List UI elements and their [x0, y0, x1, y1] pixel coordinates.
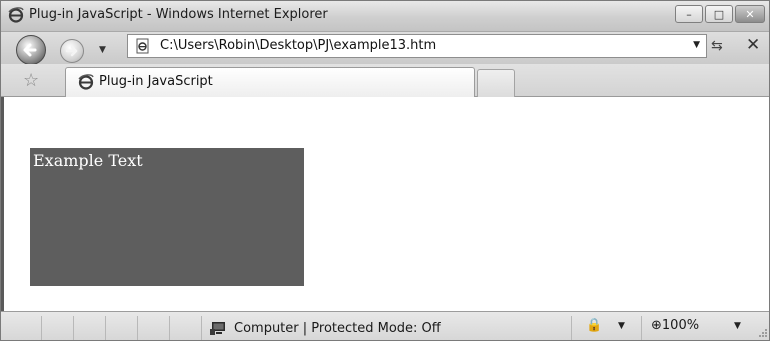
internet-explorer-icon [8, 7, 24, 23]
navigation-bar: ▼ C:\Users\Robin\Desktop\PJ\example13.ht… [1, 32, 769, 65]
tab-plug-in-javascript[interactable]: Plug-in JavaScript [65, 67, 475, 97]
status-divider [201, 316, 202, 340]
status-divider [137, 316, 138, 340]
zoom-dropdown-icon[interactable]: ▼ [734, 321, 741, 331]
minimize-icon: – [686, 7, 692, 21]
forward-button[interactable] [60, 39, 84, 63]
tab-bar: ☆ Plug-in JavaScript [1, 64, 769, 97]
zone-label: Computer | Protected Mode: Off [234, 320, 441, 336]
address-dropdown-icon[interactable]: ▼ [693, 40, 700, 50]
status-divider [169, 316, 170, 340]
tab-label: Plug-in JavaScript [99, 74, 213, 89]
internet-explorer-icon [78, 74, 94, 90]
page-icon [136, 38, 149, 54]
status-divider [41, 316, 42, 340]
security-dropdown-icon[interactable]: ▼ [618, 321, 625, 331]
example-box: Example Text [30, 148, 304, 286]
security-zone[interactable]: Computer | Protected Mode: Off [210, 318, 441, 338]
stop-icon[interactable]: ✕ [746, 35, 760, 55]
maximize-button[interactable]: □ [705, 5, 733, 23]
title-bar: Plug-in JavaScript - Windows Internet Ex… [1, 1, 769, 32]
zoom-level[interactable]: ⊕100% [651, 318, 699, 333]
forward-arrow-icon [65, 45, 78, 57]
address-bar[interactable]: C:\Users\Robin\Desktop\PJ\example13.htm … [127, 34, 707, 58]
address-input[interactable]: C:\Users\Robin\Desktop\PJ\example13.htm [160, 38, 436, 53]
back-button[interactable] [16, 35, 46, 65]
zoom-icon: ⊕ [651, 318, 662, 333]
page-content: Example Text [1, 97, 769, 311]
refresh-icon[interactable]: ⇆ [711, 38, 723, 54]
computer-icon [210, 322, 225, 335]
maximize-icon: □ [713, 7, 725, 21]
browser-window: Plug-in JavaScript - Windows Internet Ex… [0, 0, 770, 341]
status-divider [571, 316, 572, 340]
zoom-value: 100% [661, 318, 700, 333]
close-icon: ✕ [745, 7, 755, 21]
recent-pages-dropdown-icon[interactable]: ▼ [99, 45, 106, 55]
window-title: Plug-in JavaScript - Windows Internet Ex… [29, 7, 328, 22]
window-controls: – □ ✕ [675, 5, 765, 25]
status-divider [105, 316, 106, 340]
status-bar: Computer | Protected Mode: Off 🔒 ▼ ⊕100%… [1, 311, 769, 340]
favorites-star-icon[interactable]: ☆ [23, 70, 39, 91]
minimize-button[interactable]: – [675, 5, 703, 23]
security-lock-icon[interactable]: 🔒 [586, 318, 602, 333]
status-divider [73, 316, 74, 340]
status-divider [641, 316, 642, 340]
resize-grip-icon[interactable] [758, 328, 768, 338]
close-button[interactable]: ✕ [735, 5, 765, 23]
example-text: Example Text [33, 151, 143, 170]
back-arrow-icon [23, 43, 37, 57]
new-tab-button[interactable] [477, 69, 515, 97]
